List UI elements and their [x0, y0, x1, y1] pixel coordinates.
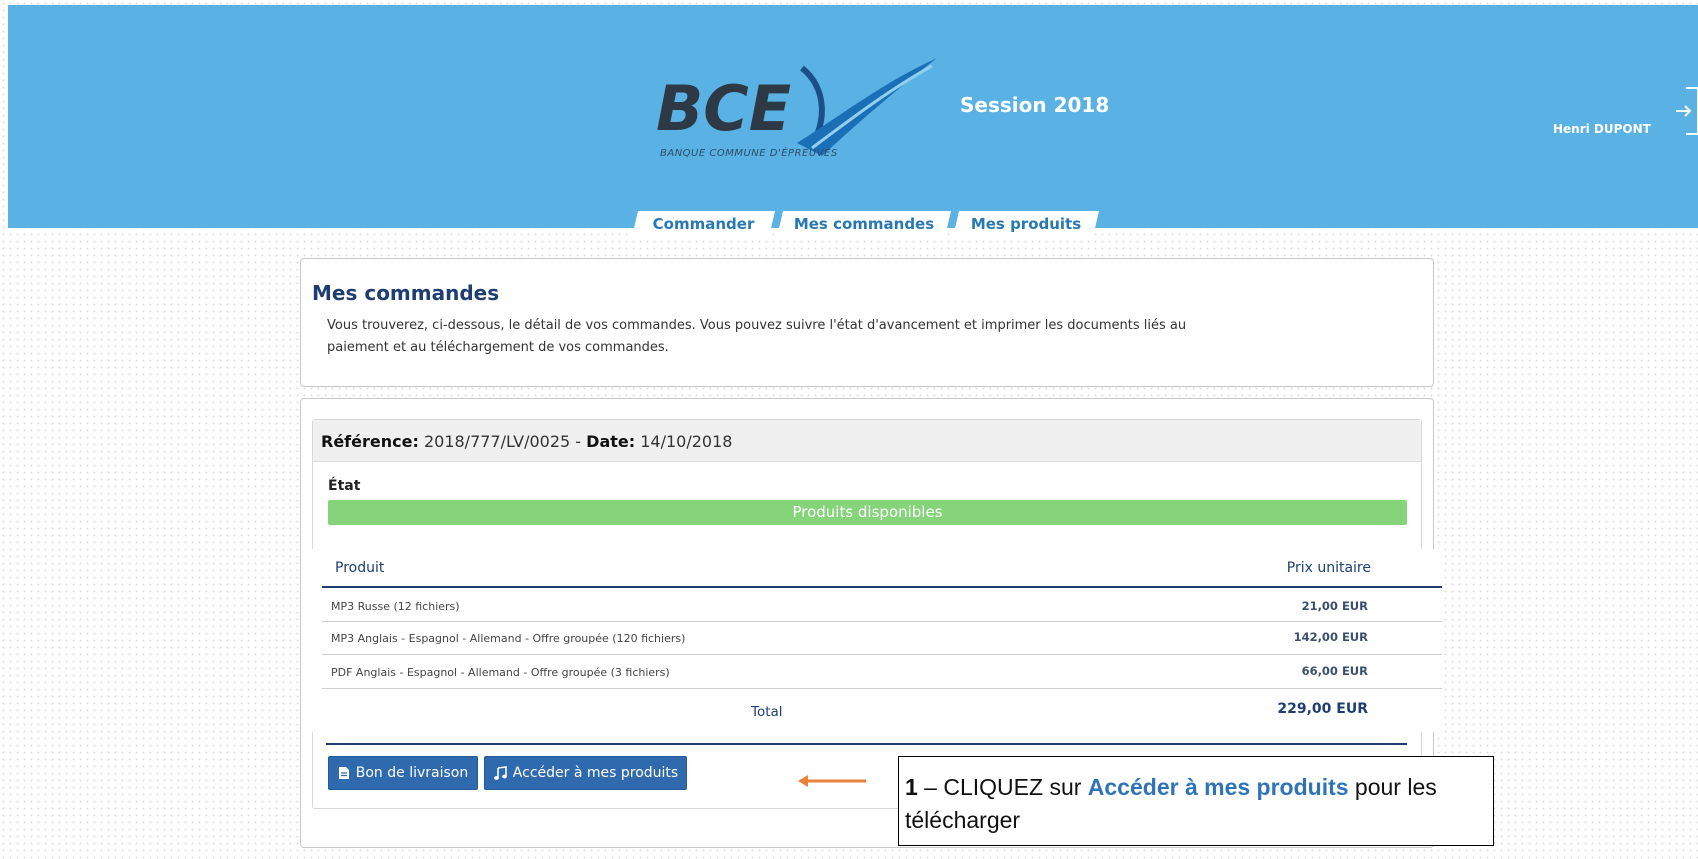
callout-highlight: Accéder à mes produits: [1087, 774, 1349, 800]
header-divider: [322, 586, 1442, 588]
state-label: État: [328, 478, 361, 494]
reference-value: 2018/777/LV/0025: [423, 432, 571, 451]
table-row-price: 142,00 EUR: [1293, 630, 1368, 644]
tab-commander[interactable]: Commander: [632, 211, 775, 237]
logo-brand: BCE: [656, 72, 791, 145]
status-progress-bar: Produits disponibles: [328, 500, 1407, 525]
table-row-name: PDF Anglais - Espagnol - Allemand - Offr…: [331, 666, 670, 679]
col-header-product: Produit: [335, 560, 385, 576]
table-row-price: 66,00 EUR: [1301, 664, 1368, 678]
delivery-note-button[interactable]: Bon de livraison: [328, 756, 478, 790]
date-value: 14/10/2018: [640, 432, 733, 451]
order-reference-bar: Référence: 2018/777/LV/0025 - Date: 14/1…: [313, 420, 1421, 462]
arrow-left-icon: [798, 775, 866, 787]
col-header-price: Prix unitaire: [1286, 560, 1371, 576]
intro-text: Vous trouverez, ci-dessous, le détail de…: [327, 315, 1247, 359]
table-bottom-divider: [326, 743, 1407, 745]
intro-panel: Mes commandes Vous trouverez, ci-dessous…: [300, 258, 1434, 387]
logo-tagline: BANQUE COMMUNE D'ÉPREUVES: [660, 148, 838, 159]
table-row-name: MP3 Anglais - Espagnol - Allemand - Offr…: [331, 632, 686, 645]
tab-mes-produits[interactable]: Mes produits: [953, 211, 1099, 237]
reference-separator: -: [575, 432, 582, 451]
total-label: Total: [751, 704, 783, 720]
row-divider: [322, 621, 1442, 622]
logout-icon[interactable]: [1674, 86, 1698, 136]
site-header: BCE BANQUE COMMUNE D'ÉPREUVES Session 20…: [8, 5, 1698, 228]
intro-line-2: paiement et au téléchargement de vos com…: [327, 340, 669, 355]
total-value: 229,00 EUR: [1277, 701, 1368, 717]
user-name[interactable]: Henri DUPONT: [1553, 122, 1651, 136]
table-row-price: 21,00 EUR: [1301, 599, 1368, 613]
document-icon: [338, 767, 349, 779]
row-divider: [322, 688, 1442, 689]
callout-text: – CLIQUEZ sur: [917, 774, 1088, 800]
instruction-callout: 1 – CLIQUEZ sur Accéder à mes produits p…: [898, 756, 1494, 846]
delivery-note-label: Bon de livraison: [355, 765, 469, 781]
session-label: Session 2018: [960, 93, 1110, 117]
page-title: Mes commandes: [312, 281, 500, 305]
access-products-label: Accéder à mes produits: [512, 765, 679, 781]
table-row-name: MP3 Russe (12 fichiers): [331, 600, 460, 613]
date-label: Date:: [586, 432, 636, 451]
row-divider: [322, 654, 1442, 655]
tab-mes-commandes[interactable]: Mes commandes: [777, 211, 951, 237]
reference-label: Référence:: [321, 432, 419, 451]
intro-line-1: Vous trouverez, ci-dessous, le détail de…: [327, 318, 1187, 333]
access-products-button[interactable]: Accéder à mes produits: [484, 756, 687, 790]
product-table: Produit Prix unitaire MP3 Russe (12 fich…: [311, 549, 1442, 732]
callout-step-number: 1: [905, 774, 918, 800]
music-note-icon: [493, 765, 507, 780]
